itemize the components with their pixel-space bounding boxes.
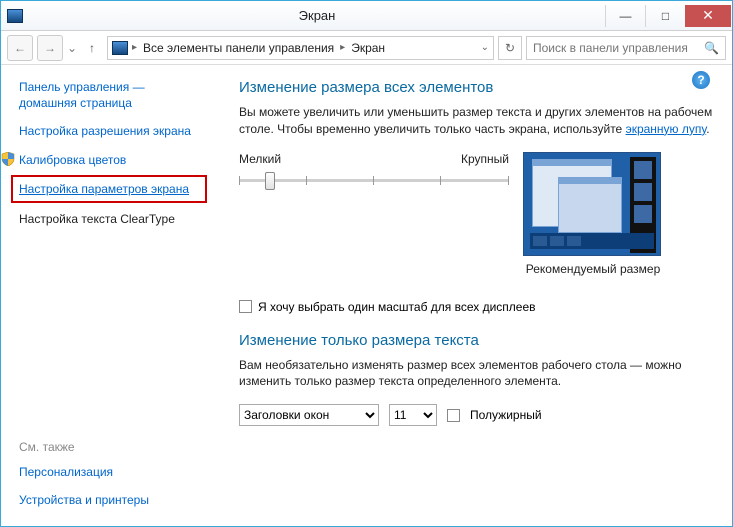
sidebar-home-link[interactable]: Панель управления — домашняя страница <box>19 79 199 111</box>
shield-icon <box>1 152 15 169</box>
element-select[interactable]: Заголовки окон <box>239 404 379 426</box>
breadcrumb-seg-current[interactable]: Экран <box>349 41 387 55</box>
preview-image <box>523 152 661 256</box>
search-input[interactable] <box>533 41 704 55</box>
control-panel-icon <box>112 41 128 55</box>
bold-checkbox[interactable] <box>447 409 460 422</box>
window-title: Экран <box>29 8 605 23</box>
minimize-button[interactable]: — <box>605 5 645 27</box>
slider-max-label: Крупный <box>461 152 509 166</box>
maximize-button[interactable]: □ <box>645 5 685 27</box>
seealso-header: См. также <box>19 440 199 454</box>
single-scale-label: Я хочу выбрать один масштаб для всех дис… <box>258 300 536 314</box>
seealso-devices-printers[interactable]: Устройства и принтеры <box>19 492 199 508</box>
search-icon: 🔍 <box>704 41 719 55</box>
help-icon[interactable]: ? <box>692 71 710 89</box>
single-scale-checkbox[interactable] <box>239 300 252 313</box>
bold-label: Полужирный <box>470 408 542 422</box>
sidebar-item-display-params-highlighted: Настройка параметров экрана <box>11 175 207 203</box>
preview-caption: Рекомендуемый размер <box>523 262 663 276</box>
breadcrumb-dropdown-icon[interactable]: ⌄ <box>481 42 489 53</box>
forward-button[interactable]: → <box>37 35 63 61</box>
back-button[interactable]: ← <box>7 35 33 61</box>
breadcrumb-seg-root[interactable]: Все элементы панели управления <box>141 41 336 55</box>
app-icon <box>1 9 29 23</box>
breadcrumb[interactable]: ▸ Все элементы панели управления ▸ Экран… <box>107 36 494 60</box>
history-chevron-icon[interactable]: ⌄ <box>67 41 77 55</box>
slider-min-label: Мелкий <box>239 152 281 166</box>
chevron-right-icon: ▸ <box>132 42 137 53</box>
up-button[interactable]: ↑ <box>81 37 103 59</box>
refresh-button[interactable]: ↻ <box>498 36 522 60</box>
search-field[interactable]: 🔍 <box>526 36 726 60</box>
description-resize-all: Вы можете увеличить или уменьшить размер… <box>239 104 714 138</box>
desc-suffix: . <box>706 122 709 136</box>
font-size-select[interactable]: 11 <box>389 404 437 426</box>
heading-text-size-only: Изменение только размера текста <box>239 332 714 349</box>
sidebar-item-display-params[interactable]: Настройка параметров экрана <box>19 181 199 197</box>
description-text-size-only: Вам необязательно изменять размер всех э… <box>239 357 714 391</box>
sidebar-item-resolution[interactable]: Настройка разрешения экрана <box>19 123 199 139</box>
seealso-personalization[interactable]: Персонализация <box>19 464 199 480</box>
slider-thumb[interactable] <box>265 172 275 190</box>
size-slider[interactable] <box>239 168 509 192</box>
heading-resize-all: Изменение размера всех элементов <box>239 79 714 96</box>
sidebar-item-cleartype[interactable]: Настройка текста ClearType <box>19 211 199 227</box>
magnifier-link[interactable]: экранную лупу <box>626 122 707 136</box>
close-button[interactable]: ✕ <box>685 5 731 27</box>
chevron-right-icon: ▸ <box>340 42 345 53</box>
sidebar-item-color-calibration[interactable]: Калибровка цветов <box>19 152 126 168</box>
